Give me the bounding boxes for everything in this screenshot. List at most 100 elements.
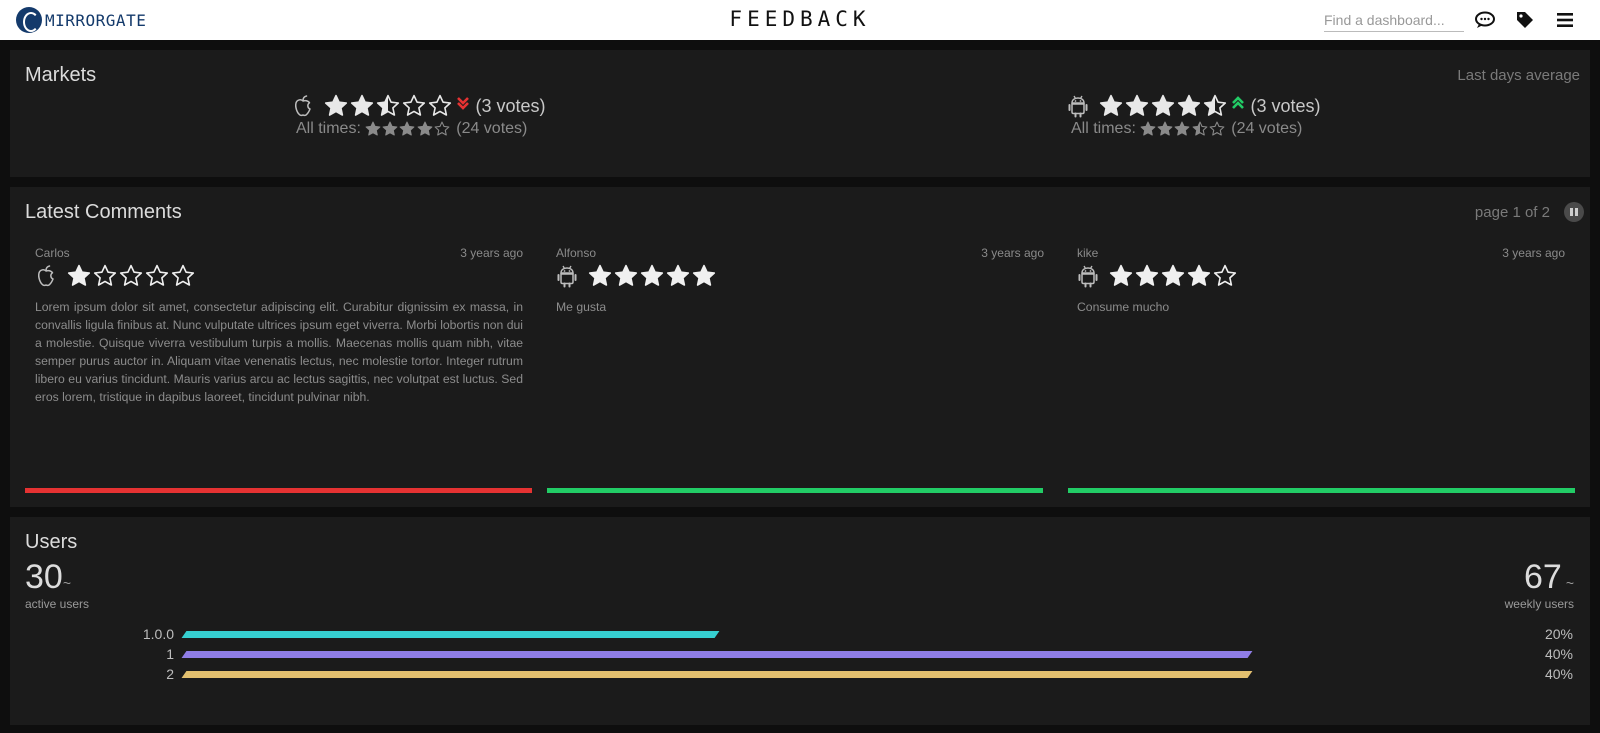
comment-author: Alfonso (556, 246, 597, 260)
star-full-icon (692, 264, 715, 286)
comment-time: 3 years ago (1502, 246, 1565, 260)
version-label: 1.0.0 (142, 626, 174, 642)
alltimes-label: All times: (296, 120, 361, 137)
market-votes: (3 votes) (475, 95, 546, 116)
star-full-icon (1175, 121, 1190, 136)
comment-author: Carlos (35, 246, 70, 260)
top-bar: MIRRORGATE FEEDBACK (0, 0, 1600, 40)
weekly-users-tilde: ~ (1565, 575, 1574, 591)
version-label: 2 (166, 666, 174, 682)
star-full-icon (588, 264, 612, 286)
star-empty-icon (402, 94, 425, 116)
comment-rating-row (556, 264, 718, 288)
star-empty-icon (428, 94, 451, 116)
star-full-icon (1140, 121, 1156, 136)
alltimes-votes: (24 votes) (1231, 120, 1303, 137)
alltimes-rating (1140, 121, 1226, 137)
pause-button[interactable] (1564, 202, 1584, 222)
comment-time: 3 years ago (460, 246, 523, 260)
star-half-icon (1203, 94, 1226, 116)
star-half-icon (376, 94, 399, 116)
sentiment-bar-positive (1068, 488, 1575, 493)
comments-panel: Latest Comments page 1 of 2 Carlos 3 yea… (10, 187, 1590, 507)
comment-time: 3 years ago (981, 246, 1044, 260)
comment-author: kike (1077, 246, 1099, 260)
version-percent: 40% (1544, 646, 1573, 662)
comment-rating (588, 264, 718, 288)
version-percent: 20% (1544, 626, 1573, 642)
market-alltimes: All times: (24 votes) (1071, 120, 1321, 138)
star-full-icon (1099, 94, 1123, 116)
comment-text: Lorem ipsum dolor sit amet, consectetur … (35, 300, 523, 404)
comment-rating-row (35, 264, 197, 288)
star-full-icon (400, 121, 415, 136)
star-empty-icon (1209, 121, 1225, 136)
android-icon (1067, 94, 1089, 118)
menu-icon[interactable] (1554, 10, 1576, 30)
star-full-icon (1135, 264, 1159, 286)
market-android: (3 votes) All times: (24 votes) (1067, 94, 1321, 138)
market-rating (324, 94, 454, 118)
star-half-icon (1192, 121, 1208, 136)
chevrons-up-icon (1231, 94, 1245, 112)
alltimes-rating (365, 121, 451, 137)
alltimes-votes: (24 votes) (456, 120, 528, 137)
star-full-icon (417, 121, 433, 136)
active-users-value: 30 (25, 558, 63, 596)
star-full-icon (614, 264, 638, 286)
active-users-label: active users (25, 597, 90, 611)
search-input[interactable] (1324, 8, 1464, 32)
weekly-users-value: 67 (1523, 558, 1562, 596)
version-bar (181, 651, 1253, 658)
comment-rating-row (1077, 264, 1239, 288)
sentiment-bar-negative (25, 488, 532, 493)
star-full-icon (640, 264, 663, 286)
markets-panel: Markets Last days average (3 votes) All … (10, 50, 1590, 177)
market-ios: (3 votes) All times: (24 votes) (292, 94, 546, 138)
comment-rating (1109, 264, 1239, 288)
version-bar (181, 631, 720, 638)
star-full-icon (1125, 94, 1149, 116)
tag-icon[interactable] (1514, 10, 1536, 30)
weekly-users-label: weekly users (1504, 597, 1574, 611)
star-full-icon (350, 94, 374, 116)
star-full-icon (324, 94, 348, 116)
version-percent: 40% (1544, 666, 1573, 682)
comment-card: Alfonso 3 years ago Me gusta (556, 246, 1044, 416)
active-users-tilde: ~ (62, 575, 72, 591)
star-full-icon (1157, 121, 1173, 136)
star-empty-icon (145, 264, 168, 286)
comments-title: Latest Comments (25, 201, 182, 223)
comment-rating (67, 264, 197, 288)
comment-text: Me gusta (556, 300, 607, 314)
comments-icon[interactable] (1474, 10, 1496, 30)
alltimes-label: All times: (1071, 120, 1136, 137)
comment-text: Consume mucho (1077, 300, 1170, 314)
users-title: Users (25, 531, 78, 553)
android-icon (1077, 264, 1099, 288)
apple-icon (292, 94, 314, 118)
star-empty-icon (171, 264, 194, 286)
star-full-icon (382, 121, 398, 136)
markets-title: Markets (25, 64, 97, 86)
comment-card: kike 3 years ago Consume mucho (1077, 246, 1565, 416)
market-votes: (3 votes) (1250, 95, 1321, 116)
apple-icon (35, 264, 57, 288)
star-full-icon (1187, 264, 1210, 286)
star-full-icon (666, 264, 689, 286)
star-empty-icon (119, 264, 142, 286)
weekly-users: 67 ~ weekly users (1505, 558, 1574, 611)
comments-pager: page 1 of 2 (1474, 204, 1550, 221)
version-bar (181, 671, 1253, 678)
star-full-icon (1177, 94, 1200, 116)
chevrons-down-icon (456, 94, 470, 112)
star-empty-icon (93, 264, 117, 286)
star-full-icon (1161, 264, 1184, 286)
comment-card: Carlos 3 years ago Lorem ipsum dolor sit… (35, 246, 523, 416)
star-full-icon (1109, 264, 1133, 286)
sentiment-bar-positive (547, 488, 1043, 493)
version-label: 1 (166, 646, 174, 662)
star-full-icon (365, 121, 381, 136)
market-alltimes: All times: (24 votes) (296, 120, 546, 138)
star-full-icon (67, 264, 91, 286)
